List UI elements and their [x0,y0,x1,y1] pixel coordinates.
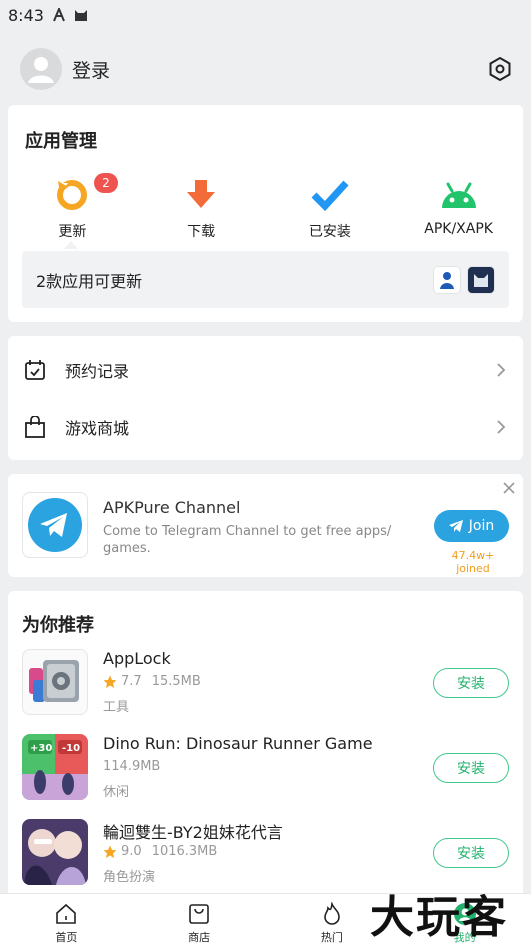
chevron-right-icon [497,362,506,377]
app-category: 角色扮演 [103,870,156,885]
user-avatar-icon [28,57,54,83]
update-app-icon-1 [433,265,461,294]
update-tab[interactable]: 更新 2 [8,173,137,241]
nav-hot-label: 热门 [320,931,343,944]
game-store-label: 游戏商城 [65,418,130,438]
installed-check-icon [311,180,349,212]
telegram-channel-name: APKPure Channel [103,498,241,517]
close-icon[interactable] [503,482,515,494]
settings-icon[interactable] [487,56,513,82]
nav-store-label: 商店 [188,931,211,944]
game-store-row[interactable]: 游戏商城 [8,398,523,455]
update-app-icon-2 [467,265,495,294]
update-summary-bar[interactable]: 2款应用可更新 [22,251,509,308]
app-meta: 114.9MB [103,759,160,774]
telegram-logo [22,492,88,558]
cat-icon [74,10,87,21]
tab-pointer [64,241,78,249]
home-icon [56,903,77,924]
app-management-card: 应用管理 更新 2 下载 已安装 APK/XAPK 2款应用可更新 [8,105,523,322]
update-icon [56,180,88,210]
login-link[interactable]: 登录 [72,56,110,83]
game-character-icon [22,819,88,885]
watermark: 大玩客 [370,892,508,943]
app-management-title: 应用管理 [25,131,97,152]
join-button[interactable]: Join [434,510,509,542]
nav-home-label: 首页 [55,931,78,944]
installed-label: 已安装 [308,224,351,240]
flame-icon [324,902,340,925]
app-category: 休闲 [103,785,130,800]
app-size: 114.9MB [103,759,161,774]
app-list-item[interactable]: 輪迴雙生-BY2姐妹花代言 9.0 1016.3MB 角色扮演 安装 [8,819,523,889]
apk-xapk-tab[interactable]: APK/XAPK [394,175,523,241]
nav-home[interactable]: 首页 [0,894,133,949]
download-icon [187,180,216,208]
app-name: 輪迴雙生-BY2姐妹花代言 [103,823,283,842]
star-icon [103,845,117,858]
person-app-icon [440,271,454,289]
app-list-item[interactable]: +30 -10 Dino Run: Dinosaur Runner Game 1… [8,734,523,804]
nav-store[interactable]: 商店 [133,894,266,949]
install-button[interactable]: 安装 [433,753,509,783]
installed-tab[interactable]: 已安装 [266,175,395,241]
joined-count: 47.4w+ joined [451,549,495,575]
reservation-records-label: 预约记录 [65,361,130,381]
applock-app-icon [22,649,88,715]
join-label: Join [468,518,495,534]
install-button[interactable]: 安装 [433,668,509,698]
store-icon [189,904,209,924]
dino-run-icon: +30 -10 [22,734,88,800]
app-size: 1016.3MB [151,844,218,859]
chevron-right-icon [497,419,506,434]
profile-header: 登录 [0,36,531,102]
app-meta: 7.7 15.5MB [103,674,201,689]
telegram-promo-card: APKPure Channel Come to Telegram Channel… [8,474,523,577]
menu-card: 预约记录 游戏商城 [8,336,523,460]
send-icon [448,520,463,532]
app-name: AppLock [103,649,171,668]
telegram-icon [28,498,82,552]
update-count-badge: 2 [94,173,118,193]
apk-xapk-label: APK/XAPK [424,221,493,237]
star-icon [103,675,117,688]
shopping-bag-icon [25,415,45,438]
safe-lock-icon [29,660,79,702]
app-rating: 7.7 [121,674,142,689]
download-tab[interactable]: 下载 [137,175,266,241]
svg-text:-10: -10 [62,743,80,754]
recommendations-title: 为你推荐 [22,615,94,636]
cat-app-icon [474,273,488,287]
install-button[interactable]: 安装 [433,838,509,868]
app-category: 工具 [103,700,130,715]
recommendations-card: 为你推荐 AppLock 7.7 15.5MB 工具 安装 +30 -10 Di… [8,591,523,901]
dino-run-app-icon: +30 -10 [22,734,88,800]
app-meta: 9.0 1016.3MB [103,844,217,859]
app-name: Dino Run: Dinosaur Runner Game [103,734,373,753]
calendar-check-icon [25,359,45,380]
app-list-item[interactable]: AppLock 7.7 15.5MB 工具 安装 [8,649,523,719]
status-bar: 8:43 [0,0,531,30]
avatar[interactable] [20,48,62,90]
update-summary-text: 2款应用可更新 [36,271,143,291]
android-icon [441,182,476,208]
by2-game-app-icon [22,819,88,885]
telegram-description: Come to Telegram Channel to get free app… [103,524,392,556]
app-rating: 9.0 [121,844,142,859]
reservation-records-row[interactable]: 预约记录 [8,341,523,398]
app-size: 15.5MB [151,674,201,689]
update-label: 更新 [58,224,87,240]
download-label: 下载 [187,224,216,240]
notification-a-icon [53,8,65,22]
status-time: 8:43 [8,5,44,25]
svg-text:+30: +30 [30,743,52,754]
